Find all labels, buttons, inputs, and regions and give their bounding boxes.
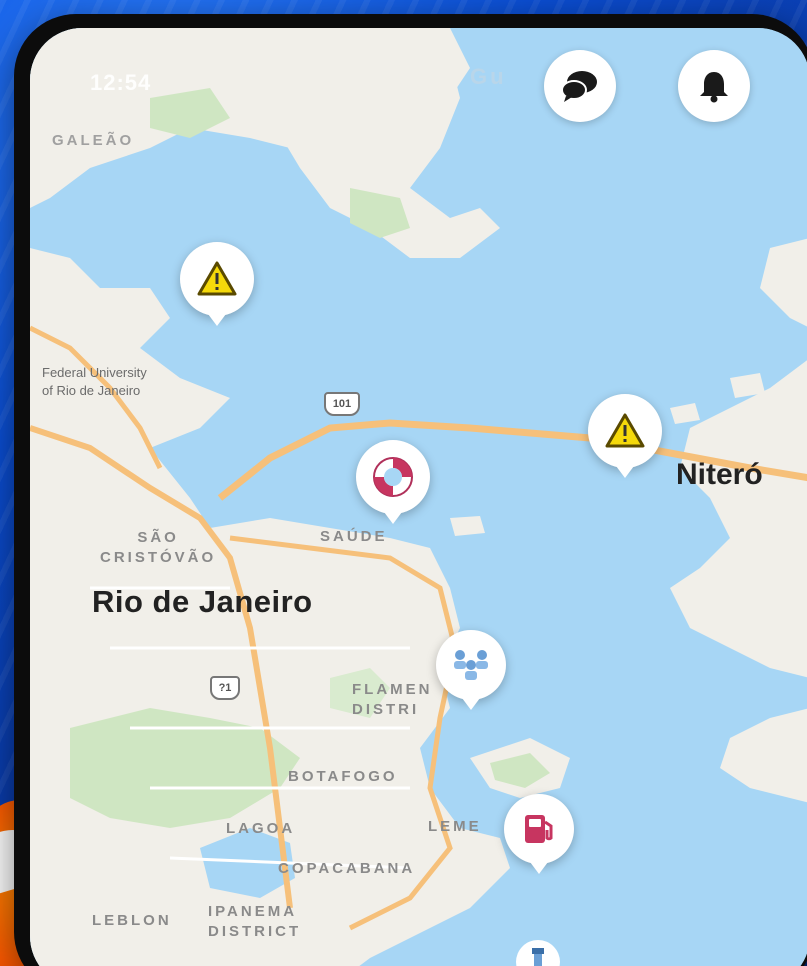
rescue-pin[interactable]	[356, 440, 430, 524]
label-ipanema: IPANEMA DISTRICT	[208, 902, 301, 942]
map-screen[interactable]: 12:54 GALEÃO Gu Federal University of Ri…	[30, 28, 807, 966]
label-copacabana: COPACABANA	[278, 860, 416, 877]
phone-frame: 12:54 GALEÃO Gu Federal University of Ri…	[14, 14, 807, 966]
label-flamengo-line2: DISTRI	[352, 701, 420, 718]
label-federal-university-line1: Federal University	[42, 365, 147, 380]
lifebuoy-icon	[373, 457, 413, 497]
label-sao-cristovao-line1: SÃO	[137, 529, 179, 546]
label-botafogo: BOTAFOGO	[288, 768, 398, 785]
notifications-button[interactable]	[678, 50, 750, 122]
label-leme: LEME	[428, 818, 482, 835]
chat-bubbles-icon	[561, 71, 597, 102]
label-ipanema-line1: IPANEMA	[208, 903, 298, 920]
event-pin[interactable]	[436, 630, 506, 710]
label-galeao: GALEÃO	[52, 132, 135, 149]
lighthouse-icon	[532, 948, 544, 966]
hazard-pin-2[interactable]	[588, 394, 662, 478]
warning-triangle-icon	[605, 413, 645, 448]
label-ipanema-line2: DISTRICT	[208, 923, 302, 940]
bell-icon	[700, 72, 728, 103]
road-shield-lower: ?1	[210, 676, 240, 700]
hazard-pin-1[interactable]	[180, 242, 254, 326]
label-sao-cristovao-line2: CRISTÓVÃO	[100, 549, 217, 566]
label-rio-de-janeiro: Rio de Janeiro	[92, 584, 313, 619]
label-flamengo: FLAMEN DISTRI	[352, 680, 433, 720]
label-flamengo-line1: FLAMEN	[352, 681, 433, 698]
label-federal-university: Federal University of Rio de Janeiro	[42, 364, 147, 400]
label-federal-university-line2: of Rio de Janeiro	[42, 383, 141, 398]
fuel-pin[interactable]	[504, 794, 574, 874]
label-lagoa: LAGOA	[226, 820, 296, 837]
chat-button[interactable]	[544, 50, 616, 122]
partial-pin-bottom[interactable]	[516, 940, 560, 966]
warning-triangle-icon	[197, 261, 237, 296]
label-saude: SAÚDE	[320, 528, 388, 545]
label-niteroi: Niteró	[676, 458, 763, 491]
label-sao-cristovao: SÃO CRISTÓVÃO	[100, 528, 216, 568]
label-guanabara: Gu	[470, 64, 507, 89]
status-time: 12:54	[90, 70, 152, 95]
label-leblon: LEBLON	[92, 912, 172, 929]
fuel-pump-icon	[525, 815, 553, 843]
people-group-icon	[454, 650, 488, 680]
road-shield-101: 101	[324, 392, 360, 416]
